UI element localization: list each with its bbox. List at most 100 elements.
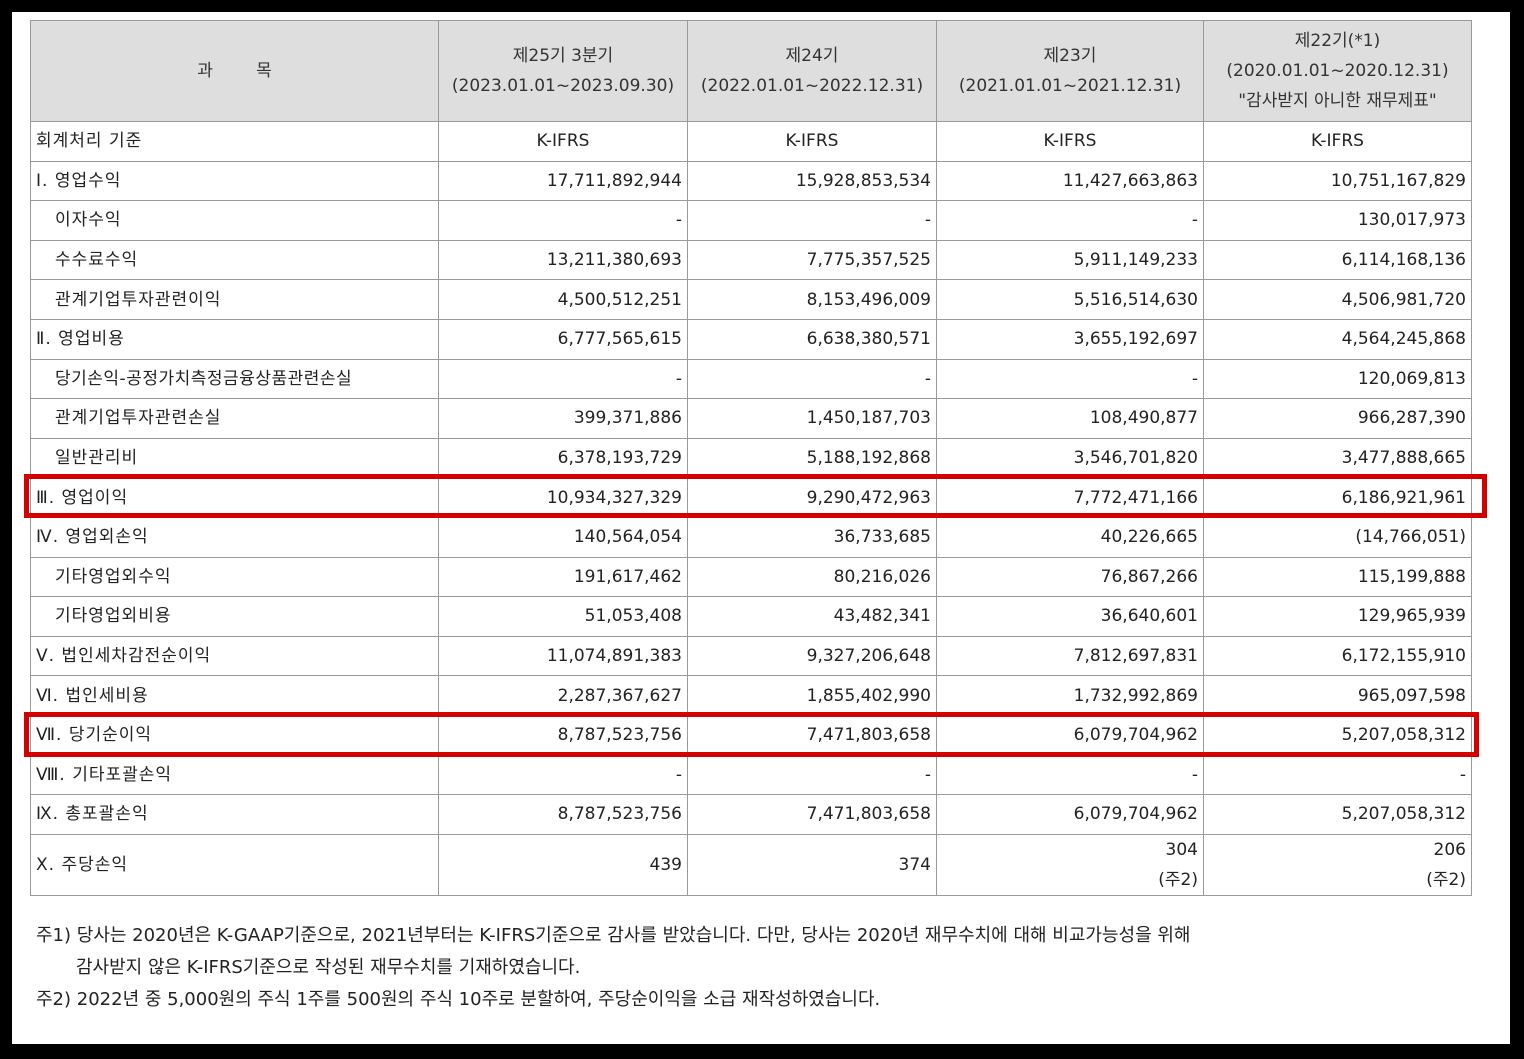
header-col-22: 제22기(*1) (2020.01.01~2020.12.31) "감사받지 아… xyxy=(1203,20,1472,122)
cell-value: 6,172,155,910 xyxy=(1203,635,1472,677)
cell-value: 10,751,167,829 xyxy=(1203,160,1472,202)
row-label: 일반관리비 xyxy=(30,437,439,479)
row-label: 관계기업투자관련이익 xyxy=(30,279,439,320)
cell-value: 4,506,981,720 xyxy=(1203,279,1472,320)
cell-value: 140,564,054 xyxy=(438,516,688,558)
table-header-row: 과 목 제25기 3분기 (2023.01.01~2023.09.30) 제24… xyxy=(30,20,1472,122)
table-row: Ⅸ. 총포괄손익 8,787,523,756 7,471,803,658 6,0… xyxy=(30,794,1472,835)
cell-value: 4,500,512,251 xyxy=(438,279,688,320)
row-label: Ⅰ. 영업수익 xyxy=(30,160,439,202)
cell-value: 5,911,149,233 xyxy=(936,239,1204,281)
footnote-1: 주1) 당사는 2020년은 K-GAAP기준으로, 2021년부터는 K-IF… xyxy=(36,925,1191,946)
cell-value: 3,546,701,820 xyxy=(936,437,1204,479)
cell-value: 108,490,877 xyxy=(936,398,1204,439)
table-row: 이자수익 - - - 130,017,973 xyxy=(30,200,1472,241)
cell-value: 8,787,523,756 xyxy=(438,714,688,756)
table-row: 관계기업투자관련손실 399,371,886 1,450,187,703 108… xyxy=(30,398,1472,439)
cell-value: 130,017,973 xyxy=(1203,200,1472,241)
row-label: 회계처리 기준 xyxy=(30,121,439,162)
cell-value: 80,216,026 xyxy=(687,556,937,598)
cell-value: 120,069,813 xyxy=(1203,358,1472,400)
cell-value: 966,287,390 xyxy=(1203,398,1472,439)
cell-value: 3,655,192,697 xyxy=(936,318,1204,360)
document-page: 과 목 제25기 3분기 (2023.01.01~2023.09.30) 제24… xyxy=(12,12,1510,1044)
cell-value: 36,640,601 xyxy=(936,596,1204,637)
cell-value: - xyxy=(687,358,937,400)
cell-value: - xyxy=(438,200,688,241)
cell-value: 13,211,380,693 xyxy=(438,239,688,281)
cell-value: K-IFRS xyxy=(936,121,1204,162)
cell-value-with-note: 206 (주2) xyxy=(1203,833,1472,896)
row-label: 기타영업외수익 xyxy=(30,556,439,598)
cell-value: 6,079,704,962 xyxy=(936,794,1204,835)
header-subject: 과 목 xyxy=(30,20,439,122)
table-row: 회계처리 기준 K-IFRS K-IFRS K-IFRS K-IFRS xyxy=(30,121,1472,162)
cell-value: K-IFRS xyxy=(687,121,937,162)
cell-value: 115,199,888 xyxy=(1203,556,1472,598)
cell-value-with-note: 304 (주2) xyxy=(936,833,1204,896)
cell-value: 43,482,341 xyxy=(687,596,937,637)
cell-value: 36,733,685 xyxy=(687,516,937,558)
cell-value: 7,772,471,166 xyxy=(936,477,1204,518)
cell-value: 5,207,058,312 xyxy=(1203,794,1472,835)
cell-value: 4,564,245,868 xyxy=(1203,318,1472,360)
cell-value: 6,638,380,571 xyxy=(687,318,937,360)
cell-value: 76,867,266 xyxy=(936,556,1204,598)
cell-value: 6,114,168,136 xyxy=(1203,239,1472,281)
row-label: Ⅳ. 영업외손익 xyxy=(30,516,439,558)
cell-value: K-IFRS xyxy=(438,121,688,162)
cell-value: 15,928,853,534 xyxy=(687,160,937,202)
cell-value: 439 xyxy=(438,833,688,896)
cell-value: 6,186,921,961 xyxy=(1203,477,1472,518)
cell-value: 6,777,565,615 xyxy=(438,318,688,360)
cell-value: 40,226,665 xyxy=(936,516,1204,558)
cell-value: 3,477,888,665 xyxy=(1203,437,1472,479)
row-label: 관계기업투자관련손실 xyxy=(30,398,439,439)
row-label: 이자수익 xyxy=(30,200,439,241)
cell-value: 6,079,704,962 xyxy=(936,714,1204,756)
row-label: Ⅵ. 법인세비용 xyxy=(30,675,439,716)
table-row: 관계기업투자관련이익 4,500,512,251 8,153,496,009 5… xyxy=(30,279,1472,320)
cell-value: 206 xyxy=(1433,839,1466,860)
cell-value: 1,732,992,869 xyxy=(936,675,1204,716)
cell-value: - xyxy=(936,754,1204,796)
cell-value: 8,787,523,756 xyxy=(438,794,688,835)
cell-value: 965,097,598 xyxy=(1203,675,1472,716)
footnote-2: 주2) 2022년 중 5,000원의 주식 1주를 500원의 주식 10주로… xyxy=(36,989,881,1010)
cell-value: 11,427,663,863 xyxy=(936,160,1204,202)
cell-value: 129,965,939 xyxy=(1203,596,1472,637)
table-row-operating-profit: Ⅲ. 영업이익 10,934,327,329 9,290,472,963 7,7… xyxy=(30,477,1472,518)
cell-value: - xyxy=(1203,754,1472,796)
table-row: 기타영업외수익 191,617,462 80,216,026 76,867,26… xyxy=(30,556,1472,598)
cell-value: 7,471,803,658 xyxy=(687,794,937,835)
cell-value: 5,516,514,630 xyxy=(936,279,1204,320)
row-label: Ⅹ. 주당손익 xyxy=(30,833,439,896)
cell-value: (14,766,051) xyxy=(1203,516,1472,558)
header-col-23: 제23기 (2021.01.01~2021.12.31) xyxy=(936,20,1204,122)
cell-value: 399,371,886 xyxy=(438,398,688,439)
cell-value: - xyxy=(687,200,937,241)
header-col-q3-25: 제25기 3분기 (2023.01.01~2023.09.30) xyxy=(438,20,688,122)
cell-value: 11,074,891,383 xyxy=(438,635,688,677)
cell-value: 304 xyxy=(1165,839,1198,860)
footnotes: 주1) 당사는 2020년은 K-GAAP기준으로, 2021년부터는 K-IF… xyxy=(36,920,1496,1016)
cell-value: 51,053,408 xyxy=(438,596,688,637)
table-row: Ⅵ. 법인세비용 2,287,367,627 1,855,402,990 1,7… xyxy=(30,675,1472,716)
cell-value: 8,153,496,009 xyxy=(687,279,937,320)
table-row: Ⅰ. 영업수익 17,711,892,944 15,928,853,534 11… xyxy=(30,160,1472,202)
table-row: 기타영업외비용 51,053,408 43,482,341 36,640,601… xyxy=(30,596,1472,637)
cell-value: 6,378,193,729 xyxy=(438,437,688,479)
cell-value: 7,775,357,525 xyxy=(687,239,937,281)
cell-value: 1,450,187,703 xyxy=(687,398,937,439)
table-row: 일반관리비 6,378,193,729 5,188,192,868 3,546,… xyxy=(30,437,1472,479)
cell-value: 9,290,472,963 xyxy=(687,477,937,518)
table-row-net-income: Ⅶ. 당기순이익 8,787,523,756 7,471,803,658 6,0… xyxy=(30,714,1472,756)
cell-value: 7,471,803,658 xyxy=(687,714,937,756)
table-row: Ⅳ. 영업외손익 140,564,054 36,733,685 40,226,6… xyxy=(30,516,1472,558)
header-col-24: 제24기 (2022.01.01~2022.12.31) xyxy=(687,20,937,122)
cell-value: 5,188,192,868 xyxy=(687,437,937,479)
cell-value: - xyxy=(438,358,688,400)
table-row: Ⅹ. 주당손익 439 374 304 (주2) 206 (주2) xyxy=(30,833,1472,896)
table-row: 당기손익-공정가치측정금융상품관련손실 - - - 120,069,813 xyxy=(30,358,1472,400)
cell-value: 191,617,462 xyxy=(438,556,688,598)
